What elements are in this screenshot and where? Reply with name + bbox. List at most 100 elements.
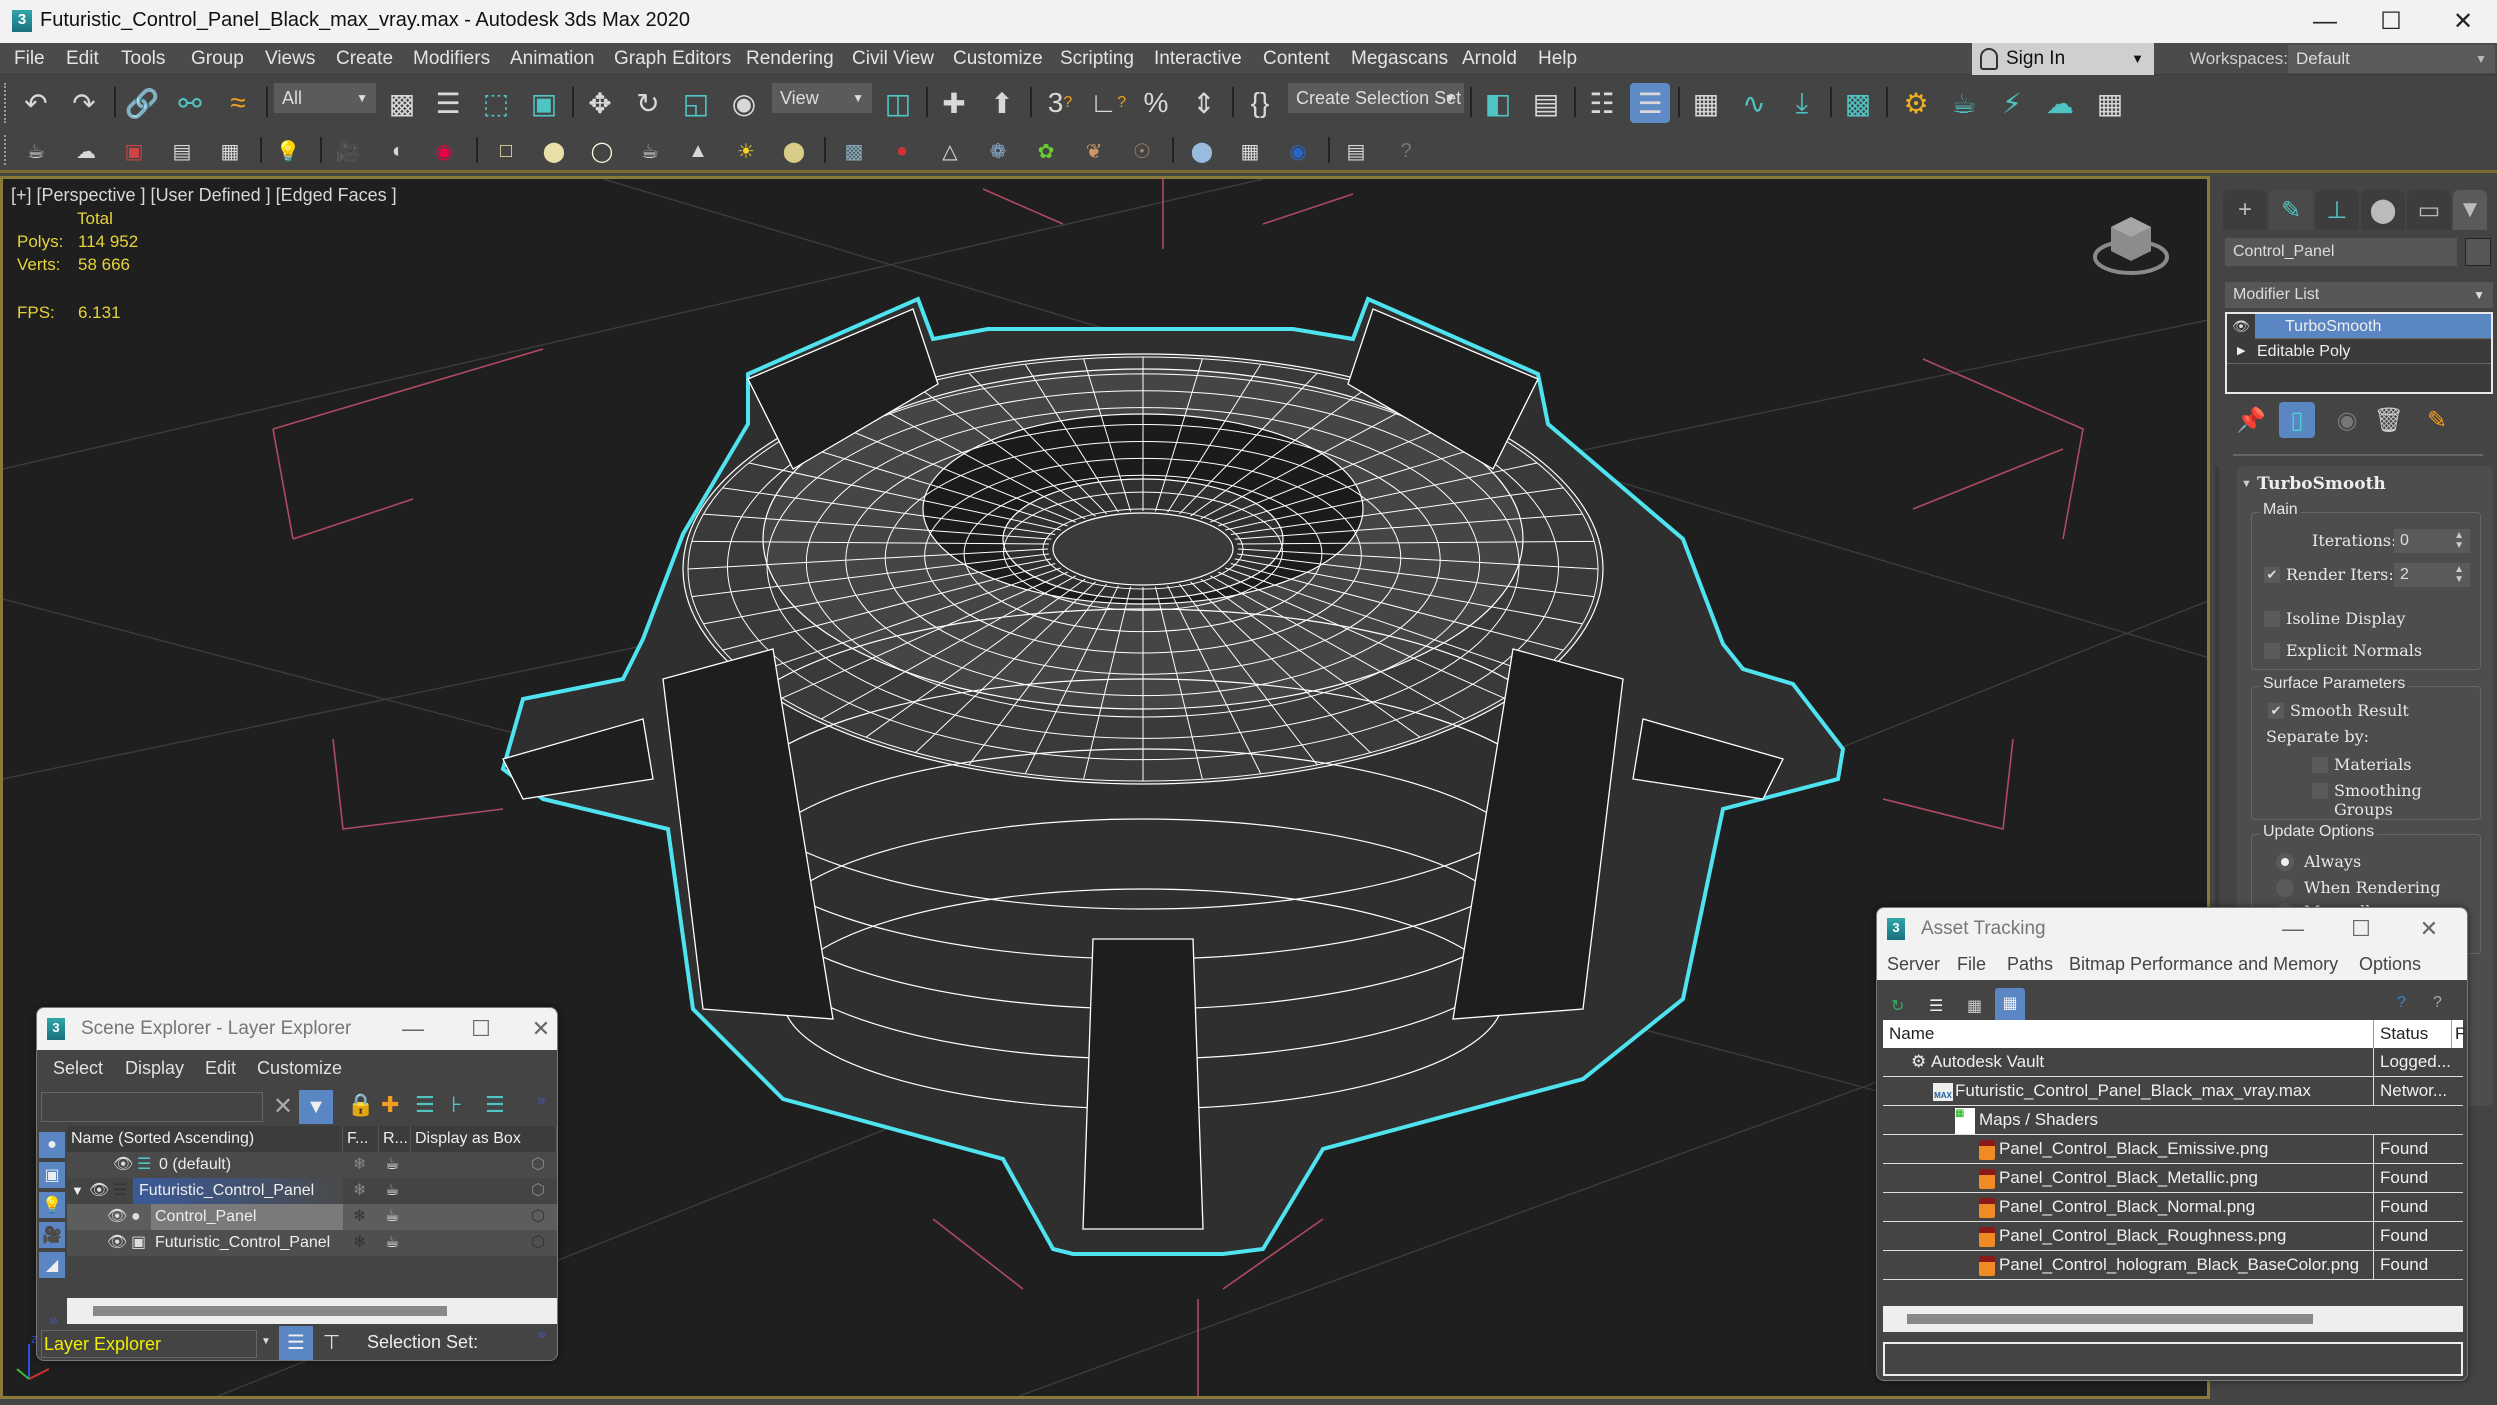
group-row[interactable]: 👁 ▣ Futuristic_Control_Panel ❄ ☕ ⬡ (67, 1230, 557, 1256)
layer-row[interactable]: 👁 ☰ 0 (default) ❄ ☕ ⬡ (67, 1152, 557, 1178)
cloud-icon[interactable]: ☁ (70, 135, 102, 167)
display-box-icon[interactable]: ⬡ (531, 1178, 545, 1204)
display-box-icon[interactable]: ⬡ (531, 1230, 545, 1256)
material-editor-icon[interactable]: ▩ (1838, 83, 1878, 123)
hierarchy-mode-icon[interactable]: ⊤ (323, 1330, 340, 1355)
close-button[interactable]: ✕ (2430, 0, 2496, 43)
menu-edit[interactable]: Edit (205, 1058, 236, 1079)
eye-icon[interactable]: 👁 (107, 1230, 127, 1256)
menu-help[interactable]: Help (1538, 43, 1577, 75)
select-manipulate-icon[interactable]: ✚ (934, 83, 974, 123)
expand-arrow-icon[interactable]: ▶ (2237, 339, 2245, 364)
asset-row[interactable]: ⚙ Autodesk Vault Logged... (1883, 1048, 2463, 1077)
panel-icon[interactable]: ▤ (166, 135, 198, 167)
eye-icon[interactable]: 👁 (89, 1178, 109, 1204)
create-tab[interactable]: + (2223, 190, 2267, 230)
clear-search-icon[interactable]: ✕ (273, 1092, 293, 1121)
asset-row[interactable]: Panel_Control_Black_Normal.png Found (1883, 1193, 2463, 1222)
smoothing-groups-checkbox[interactable] (2312, 783, 2328, 799)
freeze-icon[interactable]: ❄ (353, 1230, 366, 1256)
volume-grid-icon[interactable]: ❁ (982, 135, 1014, 167)
menu-modifiers[interactable]: Modifiers (413, 43, 490, 75)
hierarchy-tab[interactable]: ⊥ (2315, 190, 2359, 230)
edit-named-selection-icon[interactable]: {​} (1240, 83, 1280, 123)
menu-rendering[interactable]: Rendering (746, 43, 834, 75)
table-view-icon[interactable]: ▦ (1995, 988, 2025, 1020)
menu-tools[interactable]: Tools (121, 43, 165, 75)
maximize-button[interactable]: ☐ (2331, 908, 2391, 950)
undo-icon[interactable]: ↶ (16, 83, 56, 123)
render-teapot-icon[interactable]: ☕ (385, 1178, 399, 1204)
teapot-icon[interactable]: ☕ (20, 135, 52, 167)
column-status[interactable]: Status (2373, 1020, 2428, 1048)
angle-snap-icon[interactable]: ∟? (1088, 83, 1128, 123)
close-button[interactable]: ✕ (2399, 908, 2459, 950)
explicit-normals-checkbox[interactable] (2264, 643, 2280, 659)
stack-item-editable-poly[interactable]: ▶ Editable Poly (2227, 339, 2491, 364)
menu-bitmap-performance[interactable]: Bitmap Performance and Memory (2069, 954, 2338, 975)
chevron-down-icon[interactable]: ▼ (261, 1336, 271, 1347)
material-override-icon[interactable]: ◉ (1282, 135, 1314, 167)
material-sphere-icon[interactable]: ⬤ (1186, 135, 1218, 167)
horizontal-scrollbar[interactable] (1883, 1306, 2463, 1332)
menu-civil-view[interactable]: Civil View (852, 43, 934, 75)
update-always-radio[interactable] (2276, 853, 2294, 871)
render-window-icon[interactable]: ▣ (118, 135, 150, 167)
mesh-light-icon[interactable]: ☕ (634, 135, 666, 167)
eye-icon[interactable]: 👁 (2227, 314, 2255, 339)
toggle-scene-explorer-icon[interactable]: ☷ (1582, 83, 1622, 123)
display-lights-icon[interactable]: 💡 (39, 1192, 65, 1218)
object-row[interactable]: 👁 ● Control_Panel ❄ ☕ ⬡ (67, 1204, 557, 1230)
asset-row[interactable]: Panel_Control_Black_Metallic.png Found (1883, 1164, 2463, 1193)
fur-icon[interactable]: ● (886, 135, 918, 167)
move-icon[interactable]: ✥ (580, 83, 620, 123)
context-help-icon[interactable]: ? (2433, 994, 2442, 1012)
sphere-light-icon[interactable]: ◯ (586, 135, 618, 167)
material-browser-icon[interactable]: ▦ (1234, 135, 1266, 167)
motion-tab[interactable]: ⬤ (2361, 190, 2405, 230)
online-help-icon[interactable]: ? (2397, 994, 2406, 1012)
menu-graph-editors[interactable]: Graph Editors (614, 43, 731, 75)
expand-arrow-icon[interactable]: ▼ (71, 1178, 84, 1204)
grass-icon[interactable]: ✿ (1030, 135, 1062, 167)
column-display-as-box[interactable]: Display as Box (411, 1126, 557, 1152)
menu-customize[interactable]: Customize (953, 43, 1043, 75)
freeze-icon[interactable]: ❄ (353, 1204, 366, 1230)
list-view-icon[interactable]: ☰ (1929, 996, 1943, 1016)
workspaces-dropdown[interactable]: Default ▼ (2288, 45, 2495, 73)
toggle-ribbon-icon[interactable]: ▦ (1686, 83, 1726, 123)
schematic-view-icon[interactable]: ⤓ (1782, 83, 1822, 123)
ies-light-icon[interactable]: ▲ (682, 135, 714, 167)
hair-icon[interactable]: ❦ (1078, 135, 1110, 167)
reference-coord-dropdown[interactable]: View ▼ (772, 83, 872, 113)
menu-server[interactable]: Server (1887, 954, 1940, 975)
minimize-button[interactable]: — (2292, 0, 2358, 43)
eye-icon[interactable]: 👁 (113, 1152, 133, 1178)
lock-icon[interactable]: 🔒 (347, 1092, 374, 1118)
rollout-title[interactable]: TurboSmooth (2257, 474, 2386, 494)
column-name[interactable]: Name (Sorted Ascending) (67, 1126, 343, 1152)
bind-space-warp-icon[interactable]: ≈ (218, 83, 258, 123)
maximize-button[interactable]: ☐ (2358, 0, 2424, 43)
hierarchy-icon[interactable]: ⊦ (451, 1092, 462, 1118)
minimize-button[interactable]: — (2263, 908, 2323, 950)
render-production-icon[interactable]: ⚡ (1992, 83, 2032, 123)
menu-interactive[interactable]: Interactive (1154, 43, 1242, 75)
link-icon[interactable]: 🔗 (122, 83, 162, 123)
camera-icon[interactable]: 🎥 (332, 135, 364, 167)
freeze-icon[interactable]: ❄ (353, 1178, 366, 1204)
detail-view-icon[interactable]: ▦ (1967, 996, 1982, 1016)
display-box-icon[interactable]: ⬡ (531, 1152, 545, 1178)
collapse-arrow-icon[interactable]: ▼ (2241, 478, 2252, 490)
update-when-rendering-radio[interactable] (2276, 879, 2294, 897)
menu-animation[interactable]: Animation (510, 43, 595, 75)
display-geometry-icon[interactable]: ▣ (39, 1162, 65, 1188)
display-objects-icon[interactable]: ● (39, 1132, 65, 1158)
menu-file[interactable]: File (1957, 954, 1986, 975)
modifier-list-dropdown[interactable]: Modifier List ▼ (2225, 282, 2493, 308)
select-object-icon[interactable]: ▩ (382, 83, 422, 123)
filter-icon[interactable]: ▼ (299, 1090, 333, 1124)
rectangular-selection-icon[interactable]: ⬚ (476, 83, 516, 123)
expand-toolbar-icon[interactable]: » (537, 1326, 546, 1344)
eye-icon[interactable]: 👁 (107, 1204, 127, 1230)
